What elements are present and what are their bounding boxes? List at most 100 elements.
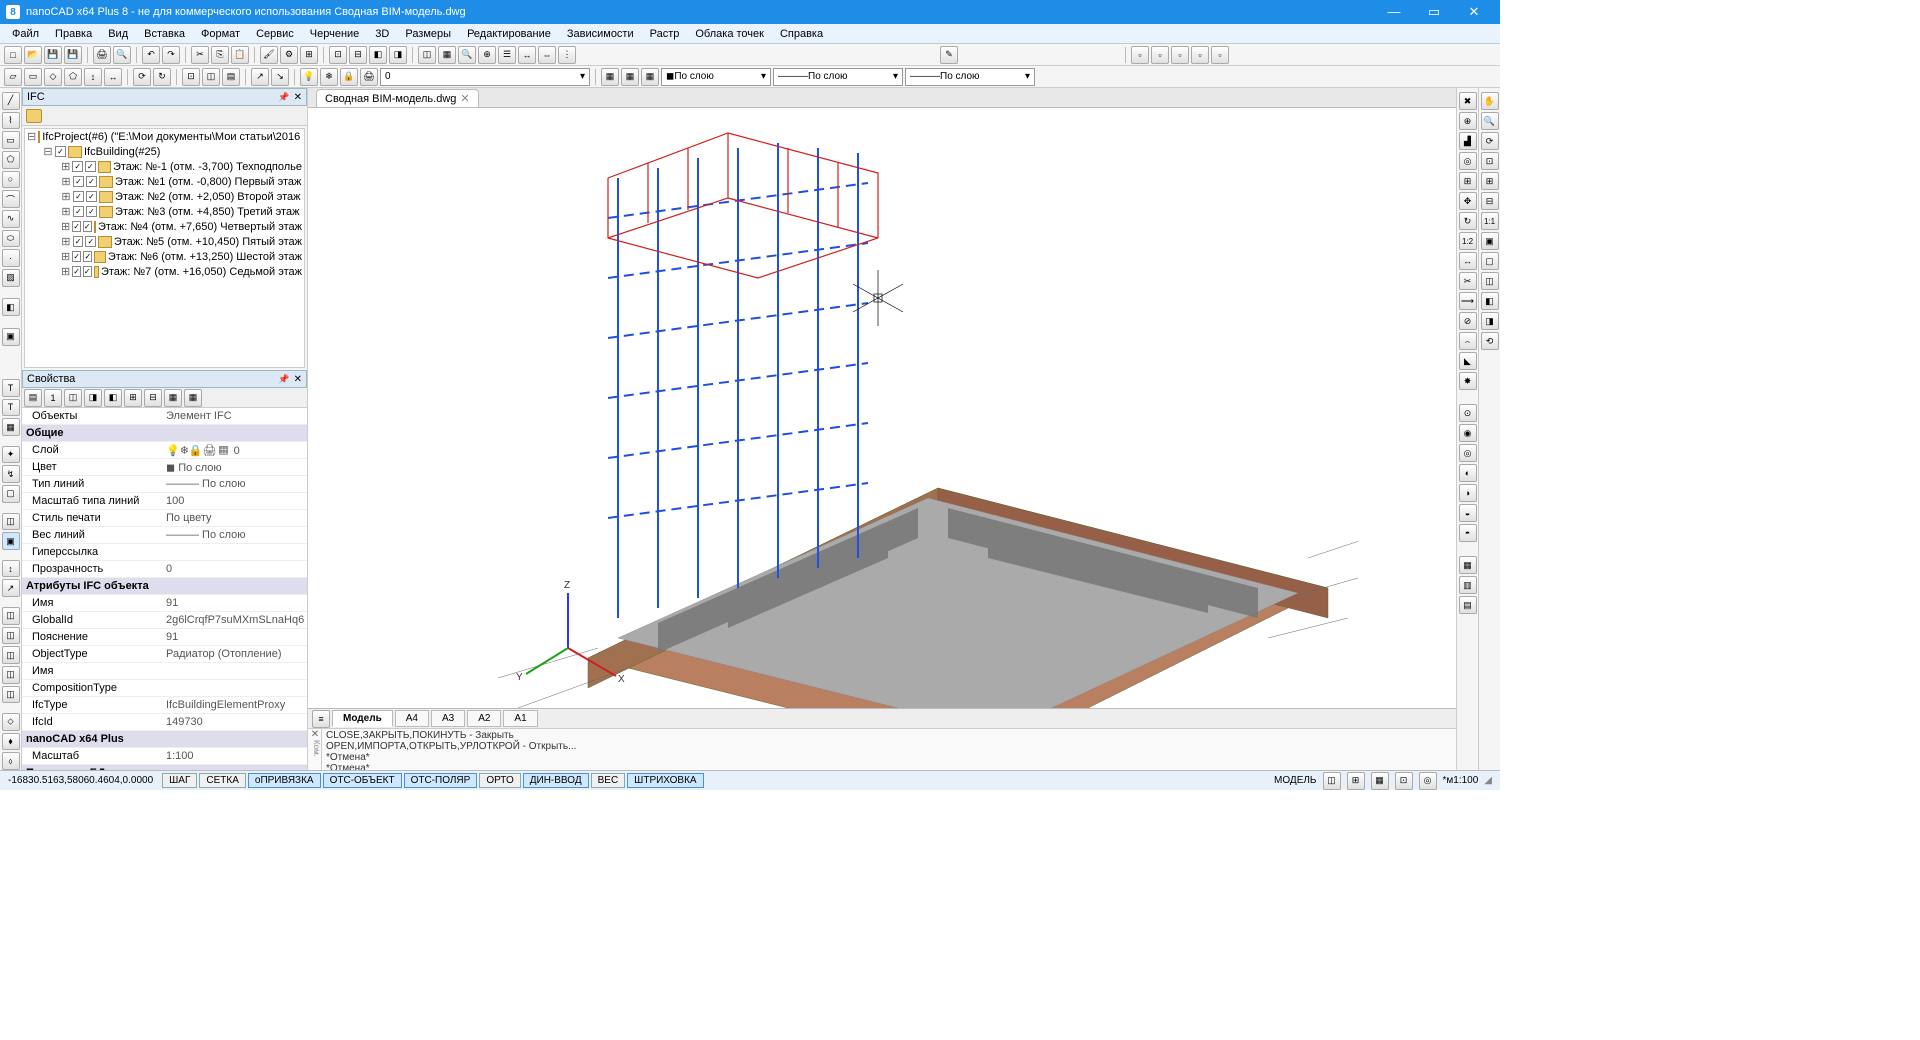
rotate-icon[interactable]: ↻ xyxy=(1459,212,1477,230)
menu-service[interactable]: Сервис xyxy=(248,26,302,42)
menu-constraints[interactable]: Зависимости xyxy=(559,26,642,42)
prop-group[interactable]: Атрибуты IFC объекта xyxy=(22,578,307,595)
preview-icon[interactable]: 🔍 xyxy=(113,46,131,64)
layout-menu-icon[interactable]: ≡ xyxy=(312,710,330,728)
tool-icon[interactable]: ◫ xyxy=(418,46,436,64)
hatch-icon[interactable]: ▨ xyxy=(2,269,20,287)
tree-label[interactable]: IfcBuilding(#25) xyxy=(84,146,160,158)
tree-label[interactable]: Этаж: №7 (отм. +16,050) Седьмой этаж xyxy=(101,266,302,278)
text-icon[interactable]: T xyxy=(2,379,20,397)
menu-dimensions[interactable]: Размеры xyxy=(397,26,459,42)
tool-icon[interactable]: ⟳ xyxy=(133,68,151,86)
tab-layout[interactable]: A1 xyxy=(503,710,537,727)
maximize-button[interactable]: ▭ xyxy=(1414,4,1454,20)
mode-lwt[interactable]: ВЕС xyxy=(591,773,626,788)
extend-icon[interactable]: ⟶ xyxy=(1459,292,1477,310)
tool-icon[interactable]: ◫ xyxy=(2,607,20,625)
checkbox[interactable]: ✓ xyxy=(72,161,83,172)
tree-label[interactable]: Этаж: №6 (отм. +13,250) Шестой этаж xyxy=(108,251,302,263)
document-tab[interactable]: Сводная BIM-модель.dwg ✕ xyxy=(316,89,479,107)
checkbox[interactable]: ✓ xyxy=(73,236,84,247)
layer-combo[interactable]: 0▾ xyxy=(380,68,590,86)
undo-icon[interactable]: ↶ xyxy=(142,46,160,64)
tree-storey-row[interactable]: ⊞✓✓Этаж: №3 (отм. +4,850) Третий этаж xyxy=(25,204,304,219)
prop-group[interactable]: Привязки к БД xyxy=(22,765,307,770)
layer-print-icon[interactable]: 🖨 xyxy=(360,68,378,86)
pin-icon[interactable]: 📌 xyxy=(278,92,289,103)
layer-bulb-icon[interactable]: 💡 xyxy=(300,68,318,86)
tool-icon[interactable]: ⊡ xyxy=(329,46,347,64)
box-icon[interactable]: ◧ xyxy=(2,298,20,316)
close-button[interactable]: ✕ xyxy=(1454,4,1494,20)
folder-icon[interactable] xyxy=(26,109,42,123)
tool-icon[interactable]: ◫ xyxy=(2,646,20,664)
tree-storey-row[interactable]: ⊞✓✓Этаж: №6 (отм. +13,250) Шестой этаж xyxy=(25,249,304,264)
checkbox[interactable]: ✓ xyxy=(72,251,81,262)
tab-layout[interactable]: A4 xyxy=(395,710,429,727)
pin-icon[interactable]: 📌 xyxy=(278,374,289,385)
menu-raster[interactable]: Растр xyxy=(642,26,688,42)
mode-polar[interactable]: ОТС-ПОЛЯР xyxy=(404,773,478,788)
tree-label[interactable]: Этаж: №3 (отм. +4,850) Третий этаж xyxy=(115,206,299,218)
tool-icon[interactable]: ▦ xyxy=(438,46,456,64)
tree-label[interactable]: Этаж: №-1 (отм. -3,700) Техподполье xyxy=(113,161,302,173)
tool-icon[interactable]: ⊡ xyxy=(182,68,200,86)
prop-val[interactable]: IfcBuildingElementProxy xyxy=(162,699,307,711)
prop-val[interactable]: 100 xyxy=(162,495,307,507)
checkbox[interactable]: ✓ xyxy=(73,176,84,187)
redo-icon[interactable]: ↷ xyxy=(162,46,180,64)
break-icon[interactable]: ⊘ xyxy=(1459,312,1477,330)
checkbox[interactable]: ✓ xyxy=(73,191,84,202)
close-icon[interactable]: ✕ xyxy=(294,374,302,385)
props-panel-header[interactable]: Свойства 📌 ✕ xyxy=(22,370,307,388)
tool-icon[interactable]: ◨ xyxy=(84,389,102,407)
tool-icon[interactable]: ◫ xyxy=(2,686,20,704)
tree-label[interactable]: Этаж: №5 (отм. +10,450) Пятый этаж xyxy=(114,236,302,248)
tool-icon[interactable]: ⊕ xyxy=(478,46,496,64)
tool-icon[interactable]: ◎ xyxy=(1459,444,1477,462)
tool-icon[interactable]: ▭ xyxy=(24,68,42,86)
mode-otrack[interactable]: ОТС-ОБЪЕКТ xyxy=(323,773,402,788)
tool-icon[interactable]: ▦ xyxy=(621,68,639,86)
saveall-icon[interactable]: 💾 xyxy=(64,46,82,64)
tree-storey-row[interactable]: ⊞✓✓Этаж: №-1 (отм. -3,700) Техподполье xyxy=(25,159,304,174)
prop-group[interactable]: nanoCAD x64 Plus xyxy=(22,731,307,748)
tool-icon[interactable]: ▤ xyxy=(24,389,42,407)
circle-icon[interactable]: ○ xyxy=(2,171,20,189)
tree-label[interactable]: IfcProject(#6) ("E:\Мои документы\Мои ст… xyxy=(42,131,305,143)
point-icon[interactable]: · xyxy=(2,249,20,267)
tool-icon[interactable]: ◧ xyxy=(104,389,122,407)
mode-grid[interactable]: СЕТКА xyxy=(199,773,246,788)
expand-icon[interactable]: ⊟ xyxy=(43,145,53,158)
prop-val[interactable]: 91 xyxy=(162,597,307,609)
checkbox[interactable]: ✓ xyxy=(55,146,66,157)
tool-icon[interactable]: ◨ xyxy=(1481,312,1499,330)
tool-icon[interactable]: ⊡ xyxy=(1481,152,1499,170)
status-icon[interactable]: ⊞ xyxy=(1347,772,1365,790)
menu-file[interactable]: Файл xyxy=(4,26,47,42)
tool-icon[interactable]: ◇ xyxy=(44,68,62,86)
copy-icon[interactable]: ⎘ xyxy=(211,46,229,64)
ifc-tree[interactable]: ⊟ IfcProject(#6) ("E:\Мои документы\Мои … xyxy=(24,128,305,368)
prop-val[interactable]: ◼ По слою xyxy=(162,461,307,474)
viewport[interactable]: Z X Y xyxy=(308,108,1456,708)
tree-label[interactable]: Этаж: №4 (отм. +7,650) Четвертый этаж xyxy=(98,221,302,233)
move-icon[interactable]: ✥ xyxy=(1459,192,1477,210)
layer-freeze-icon[interactable]: ❄ xyxy=(320,68,338,86)
prop-val[interactable]: 91 xyxy=(162,631,307,643)
command-line[interactable]: ✕ Ком. CLOSE,ЗАКРЫТЬ,ПОКИНУТЬ - Закрыть … xyxy=(308,728,1456,770)
checkbox[interactable]: ✓ xyxy=(86,176,97,187)
fillet-icon[interactable]: ⌢ xyxy=(1459,332,1477,350)
offset-icon[interactable]: ◎ xyxy=(1459,152,1477,170)
tool-icon[interactable]: ◐ xyxy=(1459,464,1477,482)
tool-icon[interactable]: ⊞ xyxy=(1481,172,1499,190)
tab-layout[interactable]: A2 xyxy=(467,710,501,727)
expand-icon[interactable]: ⊞ xyxy=(61,235,71,248)
menu-pointcloud[interactable]: Облака точек xyxy=(687,26,772,42)
tool-icon[interactable]: ↗ xyxy=(251,68,269,86)
tool-icon[interactable]: ▫ xyxy=(1171,46,1189,64)
tool-icon[interactable]: ▣ xyxy=(1481,232,1499,250)
tool-icon[interactable]: ⊟ xyxy=(1481,192,1499,210)
ellipse-icon[interactable]: ⬭ xyxy=(2,230,20,248)
lineweight-combo[interactable]: ——— По слою▾ xyxy=(905,68,1035,86)
